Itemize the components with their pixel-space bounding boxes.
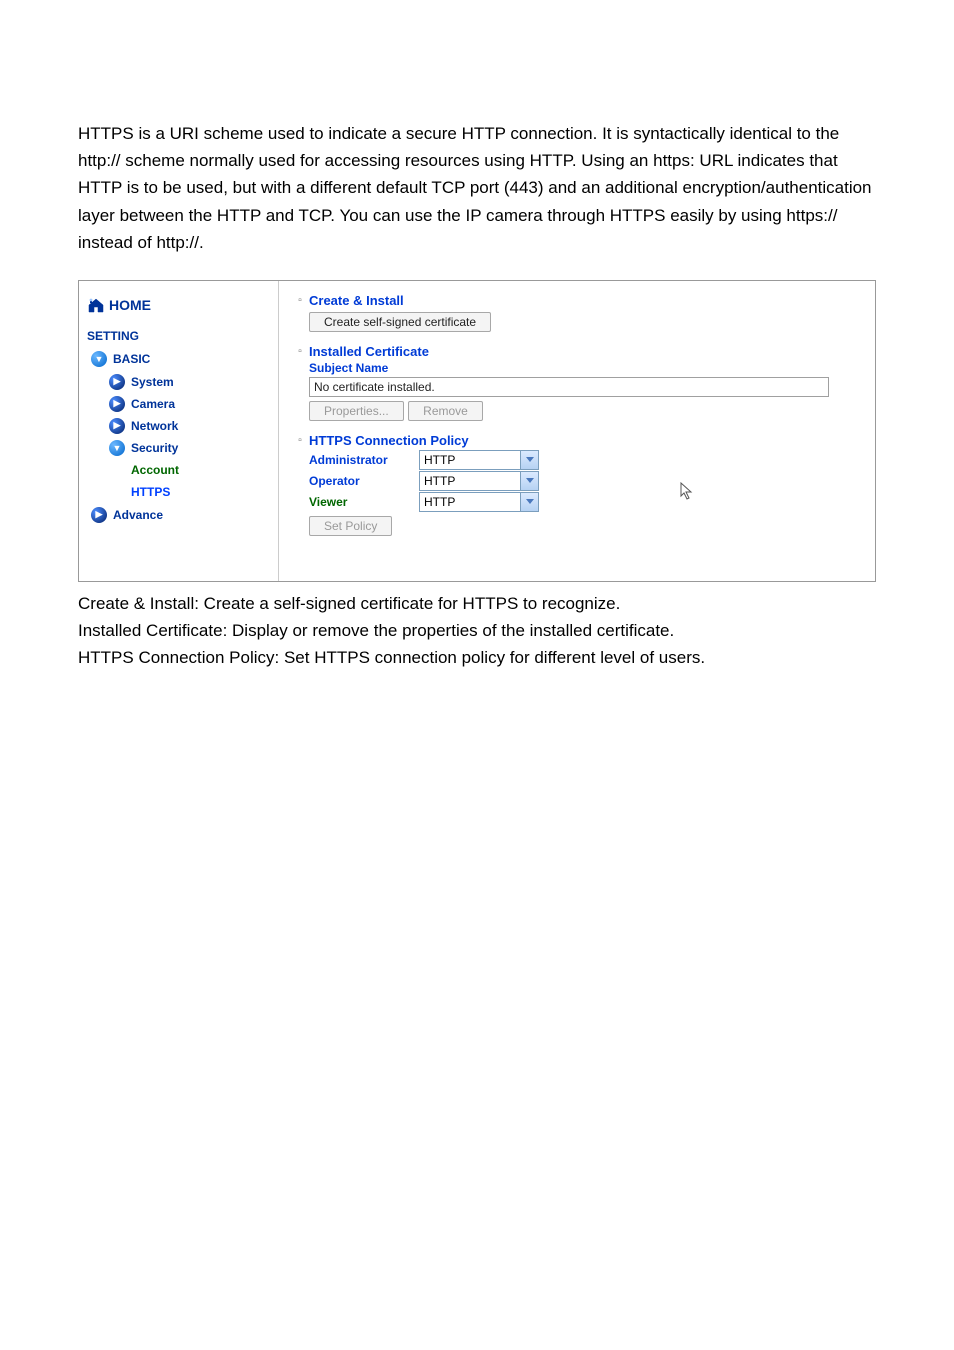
setting-heading: SETTING	[85, 327, 272, 347]
nav-security-label: Security	[131, 441, 178, 455]
cursor-icon	[679, 481, 695, 501]
nav-advance[interactable]: ▶ Advance	[85, 503, 272, 527]
section-installed-header: ▫ Installed Certificate	[295, 344, 859, 359]
nav-network-label: Network	[131, 419, 178, 433]
bullet-icon: ▫	[295, 346, 305, 357]
nav-basic-label: BASIC	[113, 352, 150, 366]
create-cert-button[interactable]: Create self-signed certificate	[309, 312, 491, 332]
set-policy-button[interactable]: Set Policy	[309, 516, 392, 536]
policy-operator-label: Operator	[309, 474, 419, 488]
play-icon: ▶	[91, 507, 107, 523]
policy-row-administrator: Administrator HTTP	[309, 450, 859, 470]
play-icon: ▶	[109, 418, 125, 434]
home-icon	[87, 297, 105, 313]
nav-system-label: System	[131, 375, 174, 389]
section-policy-header: ▫ HTTPS Connection Policy	[295, 433, 859, 448]
policy-admin-value: HTTP	[420, 453, 520, 467]
desc-line-2: Installed Certificate: Display or remove…	[78, 617, 876, 644]
desc-line-1: Create & Install: Create a self-signed c…	[78, 590, 876, 617]
play-icon: ▶	[109, 396, 125, 412]
nav-https[interactable]: HTTPS	[125, 481, 272, 503]
policy-row-operator: Operator HTTP	[309, 471, 859, 491]
chevron-down-icon	[520, 451, 538, 469]
section-create-install-header: ▫ Create & Install	[295, 293, 859, 308]
nav-camera-label: Camera	[131, 397, 175, 411]
policy-admin-label: Administrator	[309, 453, 419, 467]
play-icon: ▶	[109, 374, 125, 390]
settings-panel: HOME SETTING ▼ BASIC ▶ System ▶ Camera ▶…	[78, 280, 876, 582]
section-installed-title: Installed Certificate	[309, 344, 429, 359]
description-block: Create & Install: Create a self-signed c…	[0, 582, 954, 712]
sidebar: HOME SETTING ▼ BASIC ▶ System ▶ Camera ▶…	[79, 281, 279, 581]
chevron-down-icon	[520, 472, 538, 490]
chevron-down-icon	[520, 493, 538, 511]
nav-camera[interactable]: ▶ Camera	[103, 393, 272, 415]
intro-paragraph: HTTPS is a URI scheme used to indicate a…	[0, 0, 954, 280]
home-label: HOME	[109, 297, 151, 313]
main-content: ▫ Create & Install Create self-signed ce…	[279, 281, 875, 581]
nav-system[interactable]: ▶ System	[103, 371, 272, 393]
chevron-down-icon: ▼	[109, 440, 125, 456]
nav-security[interactable]: ▼ Security	[103, 437, 272, 459]
policy-operator-select[interactable]: HTTP	[419, 471, 539, 491]
bullet-icon: ▫	[295, 295, 305, 306]
chevron-down-icon: ▼	[91, 351, 107, 367]
section-create-install-title: Create & Install	[309, 293, 404, 308]
policy-viewer-value: HTTP	[420, 495, 520, 509]
cert-status-field: No certificate installed.	[309, 377, 829, 397]
nav-account-label: Account	[131, 463, 179, 477]
remove-button[interactable]: Remove	[408, 401, 483, 421]
nav-account[interactable]: Account	[125, 459, 272, 481]
policy-admin-select[interactable]: HTTP	[419, 450, 539, 470]
policy-viewer-select[interactable]: HTTP	[419, 492, 539, 512]
policy-viewer-label: Viewer	[309, 495, 419, 509]
properties-button[interactable]: Properties...	[309, 401, 404, 421]
nav-https-label: HTTPS	[131, 485, 170, 499]
desc-line-3: HTTPS Connection Policy: Set HTTPS conne…	[78, 644, 876, 671]
nav-basic[interactable]: ▼ BASIC	[85, 347, 272, 371]
section-policy-title: HTTPS Connection Policy	[309, 433, 469, 448]
home-link[interactable]: HOME	[85, 291, 272, 327]
subject-name-label: Subject Name	[295, 361, 859, 375]
policy-operator-value: HTTP	[420, 474, 520, 488]
nav-advance-label: Advance	[113, 508, 163, 522]
nav-network[interactable]: ▶ Network	[103, 415, 272, 437]
policy-row-viewer: Viewer HTTP	[309, 492, 859, 512]
bullet-icon: ▫	[295, 435, 305, 446]
